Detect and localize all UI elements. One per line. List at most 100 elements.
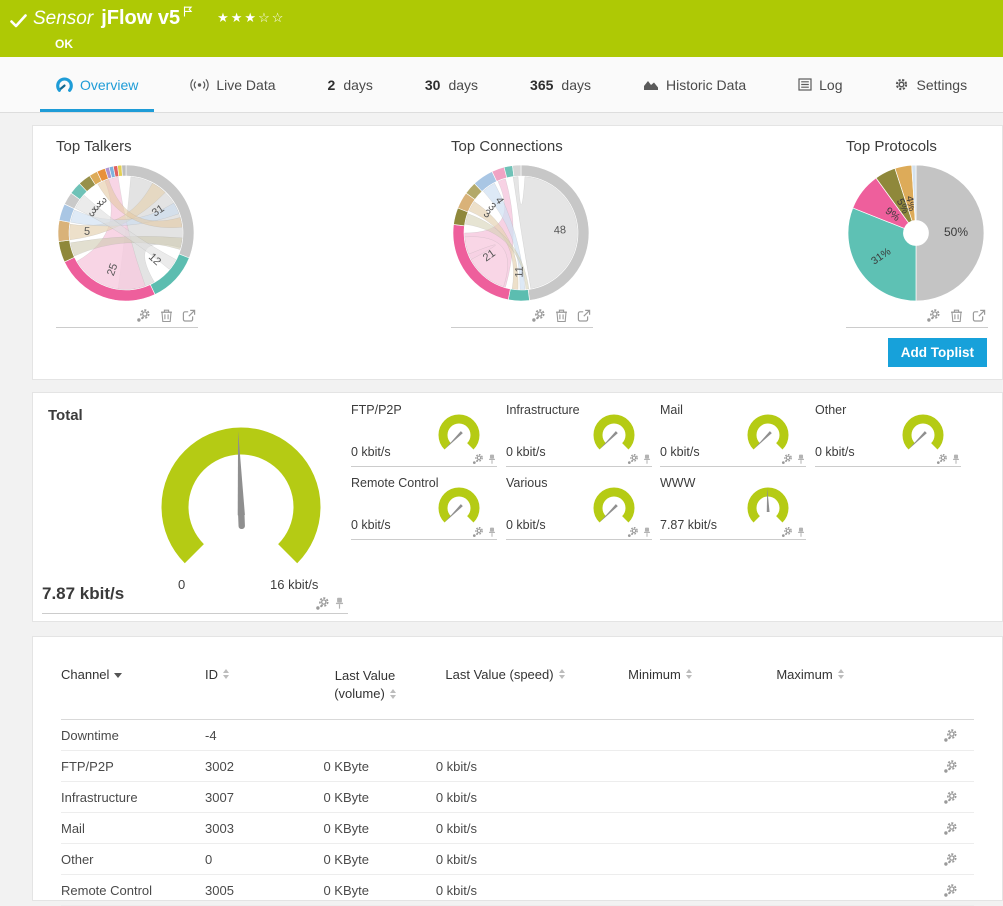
channel-gauge-label: Various — [506, 476, 547, 490]
tab-label: days — [561, 77, 591, 93]
column-header-min[interactable]: Minimum — [585, 667, 735, 682]
cell-id: 3003 — [205, 821, 305, 836]
sensor-type-label: Sensor — [33, 8, 93, 30]
channel-gauge-various: Various0 kbit/s — [506, 476, 652, 540]
gauge-pin-pin-icon[interactable] — [488, 454, 496, 465]
toplist-settings-gear-icon[interactable] — [926, 308, 941, 323]
cell-speed: 0 kbit/s — [425, 883, 585, 898]
column-header-max[interactable]: Maximum — [735, 667, 885, 682]
toplist-chart-chord: 3112255333 — [56, 163, 196, 303]
cell-id: 3007 — [205, 790, 305, 805]
channel-settings-gear-icon[interactable] — [943, 728, 958, 743]
priority-stars[interactable]: ★★★☆☆ — [217, 10, 285, 26]
flag-icon[interactable] — [183, 6, 193, 17]
gauge-min-label: 0 — [178, 577, 185, 592]
channel-settings-gear-icon[interactable] — [943, 883, 958, 898]
column-label: Maximum — [776, 667, 832, 682]
stars-empty: ☆☆ — [258, 10, 285, 25]
sort-desc-icon — [114, 673, 122, 678]
tab-2-days[interactable]: 2days — [328, 57, 373, 112]
tab-historic-data[interactable]: Historic Data — [643, 57, 746, 112]
tab-label: Log — [819, 77, 842, 93]
tab-overview[interactable]: Overview — [56, 57, 138, 112]
total-gauge-block: Total 0 16 kbit/s 7.87 kbit/s — [42, 401, 348, 614]
channel-gauge-remote-control: Remote Control 0 kbit/s — [351, 476, 497, 540]
gauge-settings-gear-icon[interactable] — [315, 596, 330, 611]
total-gauge-dial — [153, 419, 329, 571]
column-header-volume[interactable]: Last Value(volume) — [305, 667, 425, 702]
table-row-downtime[interactable]: Downtime-4 — [61, 720, 974, 751]
channel-settings-gear-icon[interactable] — [943, 790, 958, 805]
tab-label: Historic Data — [666, 77, 746, 93]
tab-365-days[interactable]: 365days — [530, 57, 591, 112]
channel-settings-gear-icon[interactable] — [943, 852, 958, 867]
column-label: ID — [205, 667, 218, 682]
toplist-delete-trash-icon[interactable] — [950, 308, 963, 323]
toplist-delete-trash-icon[interactable] — [160, 308, 173, 323]
channel-gauge-value: 7.87 kbit/s — [660, 518, 717, 532]
gauge-pin-pin-icon[interactable] — [797, 527, 805, 538]
tab-settings[interactable]: Settings — [894, 57, 967, 112]
toplist-top-connections: Top Connections481121334 — [451, 138, 593, 328]
column-label: Last Value (speed) — [445, 667, 553, 682]
toplist-delete-trash-icon[interactable] — [555, 308, 568, 323]
table-row-other[interactable]: Other00 KByte0 kbit/s — [61, 844, 974, 875]
column-header-speed[interactable]: Last Value (speed) — [425, 667, 585, 682]
gauge-settings-gear-icon[interactable] — [627, 526, 639, 538]
table-header-row: ChannelID Last Value(volume) Last Value (s… — [61, 667, 974, 720]
toplist-title: Top Connections — [451, 138, 593, 155]
add-toplist-button[interactable]: Add Toplist — [888, 338, 987, 367]
svg-text:5: 5 — [84, 226, 90, 238]
toplist-open-external-link-icon[interactable] — [577, 309, 591, 323]
cell-channel: Mail — [61, 821, 205, 836]
svg-text:48: 48 — [553, 224, 566, 237]
channel-gauge-dial — [435, 485, 483, 531]
toplist-actions — [846, 305, 988, 328]
total-label: Total — [48, 407, 83, 424]
tab-live-data[interactable]: Live Data — [190, 57, 275, 112]
column-label: Minimum — [628, 667, 681, 682]
gauge-pin-pin-icon[interactable] — [335, 597, 344, 610]
tab-log[interactable]: Log — [798, 57, 842, 112]
column-header-id[interactable]: ID — [205, 667, 305, 682]
channel-gauge-label: Remote Control — [351, 476, 439, 490]
gauge-settings-gear-icon[interactable] — [627, 453, 639, 465]
gauge-pin-pin-icon[interactable] — [488, 527, 496, 538]
gauge-pin-pin-icon[interactable] — [797, 454, 805, 465]
channel-settings-gear-icon[interactable] — [943, 821, 958, 836]
table-row-ftp-p2p[interactable]: FTP/P2P30020 KByte0 kbit/s — [61, 751, 974, 782]
channel-settings-gear-icon[interactable] — [943, 759, 958, 774]
toplist-settings-gear-icon[interactable] — [531, 308, 546, 323]
channel-gauge-www: WWW7.87 kbit/s — [660, 476, 806, 540]
status-ok-check-icon — [10, 14, 27, 28]
gauge-settings-gear-icon[interactable] — [472, 453, 484, 465]
toplist-title: Top Protocols — [846, 138, 988, 155]
cell-volume: 0 KByte — [305, 790, 425, 805]
channel-gauge-dial — [590, 485, 638, 531]
toplist-open-external-link-icon[interactable] — [182, 309, 196, 323]
tab-30-days[interactable]: 30days — [425, 57, 478, 112]
gauge-pin-pin-icon[interactable] — [643, 454, 651, 465]
channel-gauge-value: 0 kbit/s — [506, 445, 546, 459]
gauge-settings-gear-icon[interactable] — [781, 453, 793, 465]
channel-gauge-value: 0 kbit/s — [351, 518, 391, 532]
table-row-mail[interactable]: Mail30030 KByte0 kbit/s — [61, 813, 974, 844]
toplist-actions — [56, 305, 198, 328]
table-row-remote-control[interactable]: Remote Control30050 KByte0 kbit/s — [61, 875, 974, 906]
svg-text:50%: 50% — [944, 225, 968, 239]
cell-volume: 0 KByte — [305, 821, 425, 836]
cell-speed: 0 kbit/s — [425, 821, 585, 836]
column-header-channel[interactable]: Channel — [61, 667, 205, 682]
channel-gauge-mail: Mail0 kbit/s — [660, 403, 806, 467]
toplist-chart-donut: 50%31%9%5%4% — [846, 163, 986, 303]
gauge-settings-gear-icon[interactable] — [472, 526, 484, 538]
toplist-settings-gear-icon[interactable] — [136, 308, 151, 323]
table-row-infrastructure[interactable]: Infrastructure30070 KByte0 kbit/s — [61, 782, 974, 813]
gauge-settings-gear-icon[interactable] — [936, 453, 948, 465]
toplist-open-external-link-icon[interactable] — [972, 309, 986, 323]
channel-gauge-dial — [899, 412, 947, 458]
channel-gauge-label: FTP/P2P — [351, 403, 402, 417]
gauge-pin-pin-icon[interactable] — [643, 527, 651, 538]
gauge-settings-gear-icon[interactable] — [781, 526, 793, 538]
gauge-pin-pin-icon[interactable] — [952, 454, 960, 465]
